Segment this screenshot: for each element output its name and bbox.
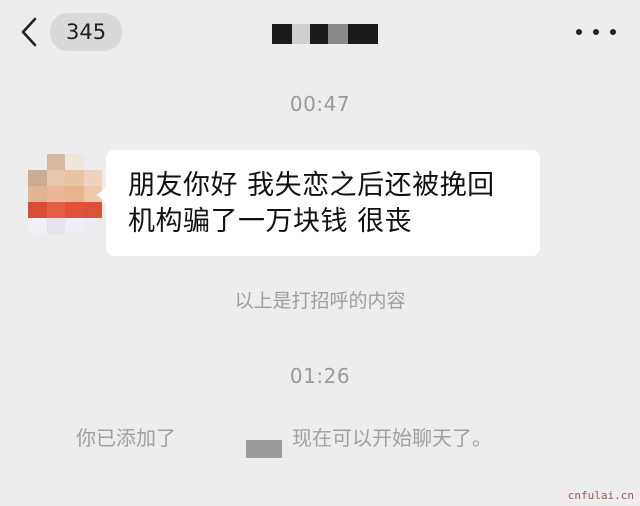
title-mosaic-block [328,24,348,44]
avatar-mosaic-tile [28,170,47,186]
avatar-mosaic-tile [28,234,47,250]
avatar-mosaic-tile [46,186,65,202]
avatar-mosaic-tile [46,218,65,234]
chat-header: 345 [0,0,640,64]
chat-title-redacted [272,24,378,44]
message-text-line: 机构骗了一万块钱 很丧 [128,206,413,237]
avatar-mosaic-tile [46,170,65,186]
friend-added-system-note: 你已添加了 现在可以开始聊天了。 [76,422,576,458]
ellipsis-icon-dot [610,29,616,35]
avatar-mosaic-tile [28,186,47,202]
friend-added-prefix: 你已添加了 [76,426,176,450]
back-button[interactable]: 345 [18,12,128,52]
title-mosaic-block [292,24,310,44]
title-mosaic-block [348,24,378,44]
ellipsis-icon-dot [593,29,599,35]
more-options-button[interactable] [576,20,616,44]
avatar-mosaic-tile [28,202,47,218]
avatar-mosaic-tile [83,202,102,218]
system-timestamp: 01:26 [289,364,351,388]
avatar-mosaic-tile [83,154,102,170]
avatar-mosaic-tile [83,234,102,250]
title-mosaic-block [272,24,292,44]
contact-avatar[interactable] [28,154,102,250]
ellipsis-icon-dot [576,29,582,35]
avatar-mosaic-tile [28,154,47,170]
avatar-mosaic-tile [65,202,84,218]
avatar-mosaic-tile [65,234,84,250]
redacted-contact-name [176,430,292,458]
chevron-left-icon [21,17,37,47]
unread-count-badge: 345 [50,13,123,51]
avatar-mosaic-tile [65,170,84,186]
avatar-mosaic-tile [83,170,102,186]
avatar-mosaic-tile [46,154,65,170]
title-mosaic-block [310,24,328,44]
message-bubble[interactable]: 朋友你好 我失恋之后还被挽回 机构骗了一万块钱 很丧 [97,150,540,256]
avatar-mosaic-tile [83,218,102,234]
message-timestamp: 00:47 [289,92,351,116]
avatar-mosaic-tile [28,218,47,234]
avatar-mosaic-tile [46,234,65,250]
avatar-mosaic-tile [65,186,84,202]
avatar-mosaic-tile [65,154,84,170]
watermark-text: cnfulai.cn [567,489,634,502]
friend-added-suffix: 现在可以开始聊天了。 [292,426,492,450]
greeting-system-note: 以上是打招呼的内容 [234,290,406,312]
message-text-line: 朋友你好 我失恋之后还被挽回 [128,170,495,201]
avatar-mosaic-tile [46,202,65,218]
avatar-mosaic-tile [65,218,84,234]
